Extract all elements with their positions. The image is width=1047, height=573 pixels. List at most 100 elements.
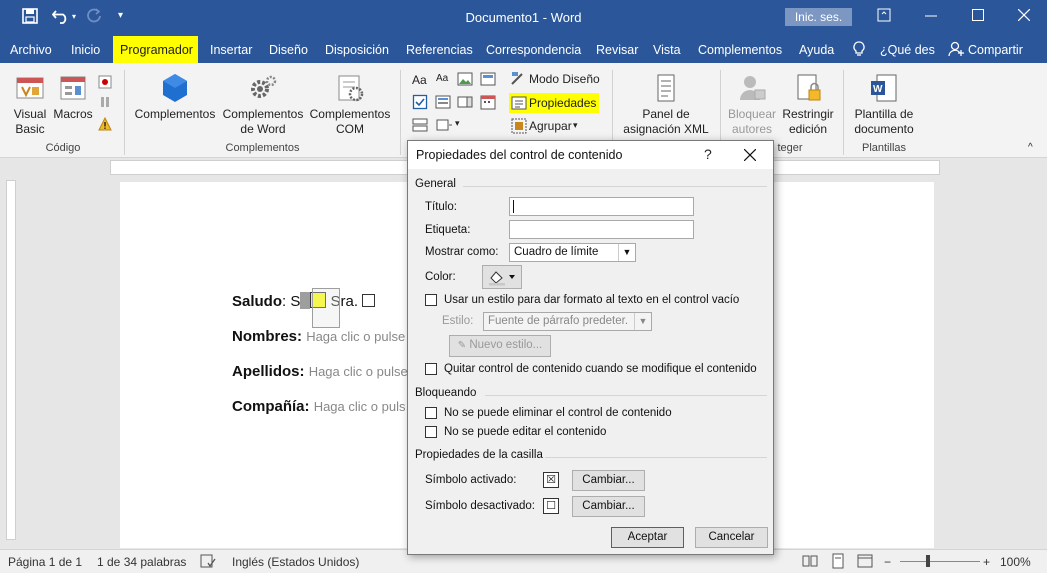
tab-referencias[interactable]: Referencias — [406, 43, 473, 57]
complementos-button[interactable]: Complementos — [130, 72, 220, 122]
tab-vista[interactable]: Vista — [653, 43, 681, 57]
document-template-button[interactable]: W Plantilla de documento — [848, 72, 920, 137]
group-plantillas: Plantillas — [861, 142, 907, 154]
properties-button[interactable]: Propiedades — [529, 96, 596, 110]
print-layout-icon[interactable] — [830, 553, 846, 572]
restrict-editing-button[interactable]: Restringir edición — [779, 72, 837, 137]
apellidos-placeholder[interactable]: Haga clic o pulse — [309, 364, 408, 379]
sra-checkbox[interactable] — [362, 294, 376, 307]
estilo-select[interactable]: Fuente de párrafo predeter. ▼ — [483, 312, 652, 331]
tab-correspondencia[interactable]: Correspondencia — [486, 43, 581, 57]
dialog-titlebar[interactable]: Propiedades del control de contenido ? — [408, 141, 773, 169]
aceptar-button[interactable]: Aceptar — [611, 527, 684, 548]
dropdown-list-control-icon[interactable] — [457, 94, 473, 113]
etiqueta-label: Etiqueta: — [425, 224, 471, 236]
xml-mapping-label-1: Panel de — [642, 107, 690, 121]
tell-me-search[interactable]: ¿Qué des — [880, 43, 935, 57]
language-status[interactable]: Inglés (Estados Unidos) — [232, 555, 359, 569]
tab-ayuda[interactable]: Ayuda — [799, 43, 834, 57]
zoom-level[interactable]: 100% — [1000, 555, 1031, 569]
proofing-icon[interactable] — [200, 553, 216, 572]
complementos-word-button[interactable]: Complementos de Word — [220, 72, 306, 137]
tab-archivo[interactable]: Archivo — [10, 43, 52, 57]
titulo-input[interactable] — [509, 197, 694, 216]
zoom-in-icon[interactable]: + — [983, 555, 990, 569]
block-authors-button[interactable]: Bloquear autores — [726, 72, 778, 137]
macros-button[interactable]: Macros — [52, 72, 94, 122]
read-mode-icon[interactable] — [802, 553, 818, 572]
etiqueta-input[interactable] — [509, 220, 694, 239]
group-button[interactable]: Agrupar — [529, 119, 572, 133]
tab-inicio[interactable]: Inicio — [71, 43, 100, 57]
plain-text-control-icon[interactable]: Aa — [436, 73, 448, 84]
usar-estilo-checkbox[interactable] — [425, 294, 437, 306]
repeating-section-icon[interactable] — [412, 117, 428, 136]
xml-mapping-pane-button[interactable]: Panel de asignación XML — [618, 72, 714, 137]
date-picker-control-icon[interactable] — [480, 94, 496, 113]
record-macro-icon[interactable] — [98, 75, 112, 92]
quitar-control-label: Quitar control de contenido cuando se mo… — [444, 363, 757, 375]
building-block-control-icon[interactable] — [480, 71, 496, 90]
design-mode-icon[interactable] — [510, 70, 526, 89]
zoom-slider-thumb[interactable] — [926, 555, 930, 567]
vertical-ruler[interactable] — [6, 180, 16, 540]
tab-diseno[interactable]: Diseño — [269, 43, 308, 57]
maximize-icon[interactable] — [972, 8, 984, 24]
word-count[interactable]: 1 de 34 palabras — [97, 555, 186, 569]
tab-programador[interactable]: Programador — [112, 36, 198, 63]
design-mode-button[interactable]: Modo Diseño — [529, 72, 600, 86]
cambiar-activado-button[interactable]: Cambiar... — [572, 470, 645, 491]
block-authors-label-1: Bloquear — [727, 107, 777, 121]
minimize-icon[interactable] — [925, 8, 937, 25]
rich-text-control-icon[interactable]: Aa — [412, 73, 427, 87]
nombres-placeholder[interactable]: Haga clic o pulse — [306, 329, 405, 344]
lightbulb-icon[interactable] — [853, 41, 865, 60]
quitar-control-checkbox[interactable] — [425, 363, 437, 375]
content-control-properties-dialog: Propiedades del control de contenido ? G… — [407, 140, 774, 555]
visual-basic-label-1: Visual — [13, 107, 47, 121]
nuevo-estilo-button[interactable]: ✎ Nuevo estilo... — [449, 335, 551, 357]
nombres-label: Nombres: — [232, 328, 303, 345]
cancelar-button[interactable]: Cancelar — [695, 527, 768, 548]
complementos-com-button[interactable]: Complementos COM — [306, 72, 394, 137]
complementos-word-label-2: de Word — [240, 122, 286, 136]
control-handle[interactable] — [300, 292, 311, 309]
compania-placeholder[interactable]: Haga clic o puls — [314, 399, 406, 414]
mostrar-como-select[interactable]: Cuadro de límite ▼ — [509, 243, 636, 262]
tab-revisar[interactable]: Revisar — [596, 43, 638, 57]
zoom-out-icon[interactable]: − — [884, 555, 891, 569]
checkbox-control-icon[interactable] — [412, 94, 428, 113]
web-layout-icon[interactable] — [857, 553, 873, 572]
signin-button[interactable]: Inic. ses. — [785, 8, 852, 26]
close-icon[interactable] — [1017, 8, 1031, 24]
simbolo-desactivado-label: Símbolo desactivado: — [425, 500, 535, 512]
group-dropdown-icon[interactable]: ▾ — [573, 120, 578, 131]
share-button[interactable]: Compartir — [968, 43, 1023, 57]
legacy-tools-dropdown-icon[interactable]: ▾ — [455, 118, 460, 129]
no-eliminar-checkbox[interactable] — [425, 407, 437, 419]
color-picker-button[interactable] — [482, 265, 522, 289]
nombres-line: Nombres: Haga clic o pulse — [232, 328, 405, 345]
group-controls-icon[interactable] — [511, 118, 527, 137]
legacy-tools-icon[interactable] — [436, 117, 454, 136]
help-icon[interactable]: ? — [704, 146, 712, 162]
visual-basic-button[interactable]: Visual Basic — [8, 72, 52, 137]
vertical-ruler-area — [0, 158, 22, 549]
picture-control-icon[interactable] — [457, 71, 473, 90]
cambiar-desactivado-button[interactable]: Cambiar... — [572, 496, 645, 517]
dialog-close-icon[interactable] — [743, 144, 757, 166]
tab-complementos[interactable]: Complementos — [698, 43, 782, 57]
no-editar-checkbox[interactable] — [425, 426, 437, 438]
zoom-slider-track[interactable] — [900, 561, 980, 562]
pause-macro-icon[interactable] — [98, 95, 112, 112]
share-user-icon[interactable] — [948, 41, 964, 60]
ribbon-display-icon[interactable] — [877, 8, 891, 25]
document-template-label-1: Plantilla de — [854, 107, 914, 121]
tab-insertar[interactable]: Insertar — [210, 43, 252, 57]
properties-icon[interactable] — [511, 95, 527, 114]
combo-box-control-icon[interactable] — [435, 94, 451, 113]
tab-disposicion[interactable]: Disposición — [325, 43, 389, 57]
collapse-ribbon-icon[interactable]: ^ — [1028, 142, 1033, 153]
macro-security-icon[interactable] — [98, 116, 112, 134]
page-count[interactable]: Página 1 de 1 — [8, 555, 82, 569]
